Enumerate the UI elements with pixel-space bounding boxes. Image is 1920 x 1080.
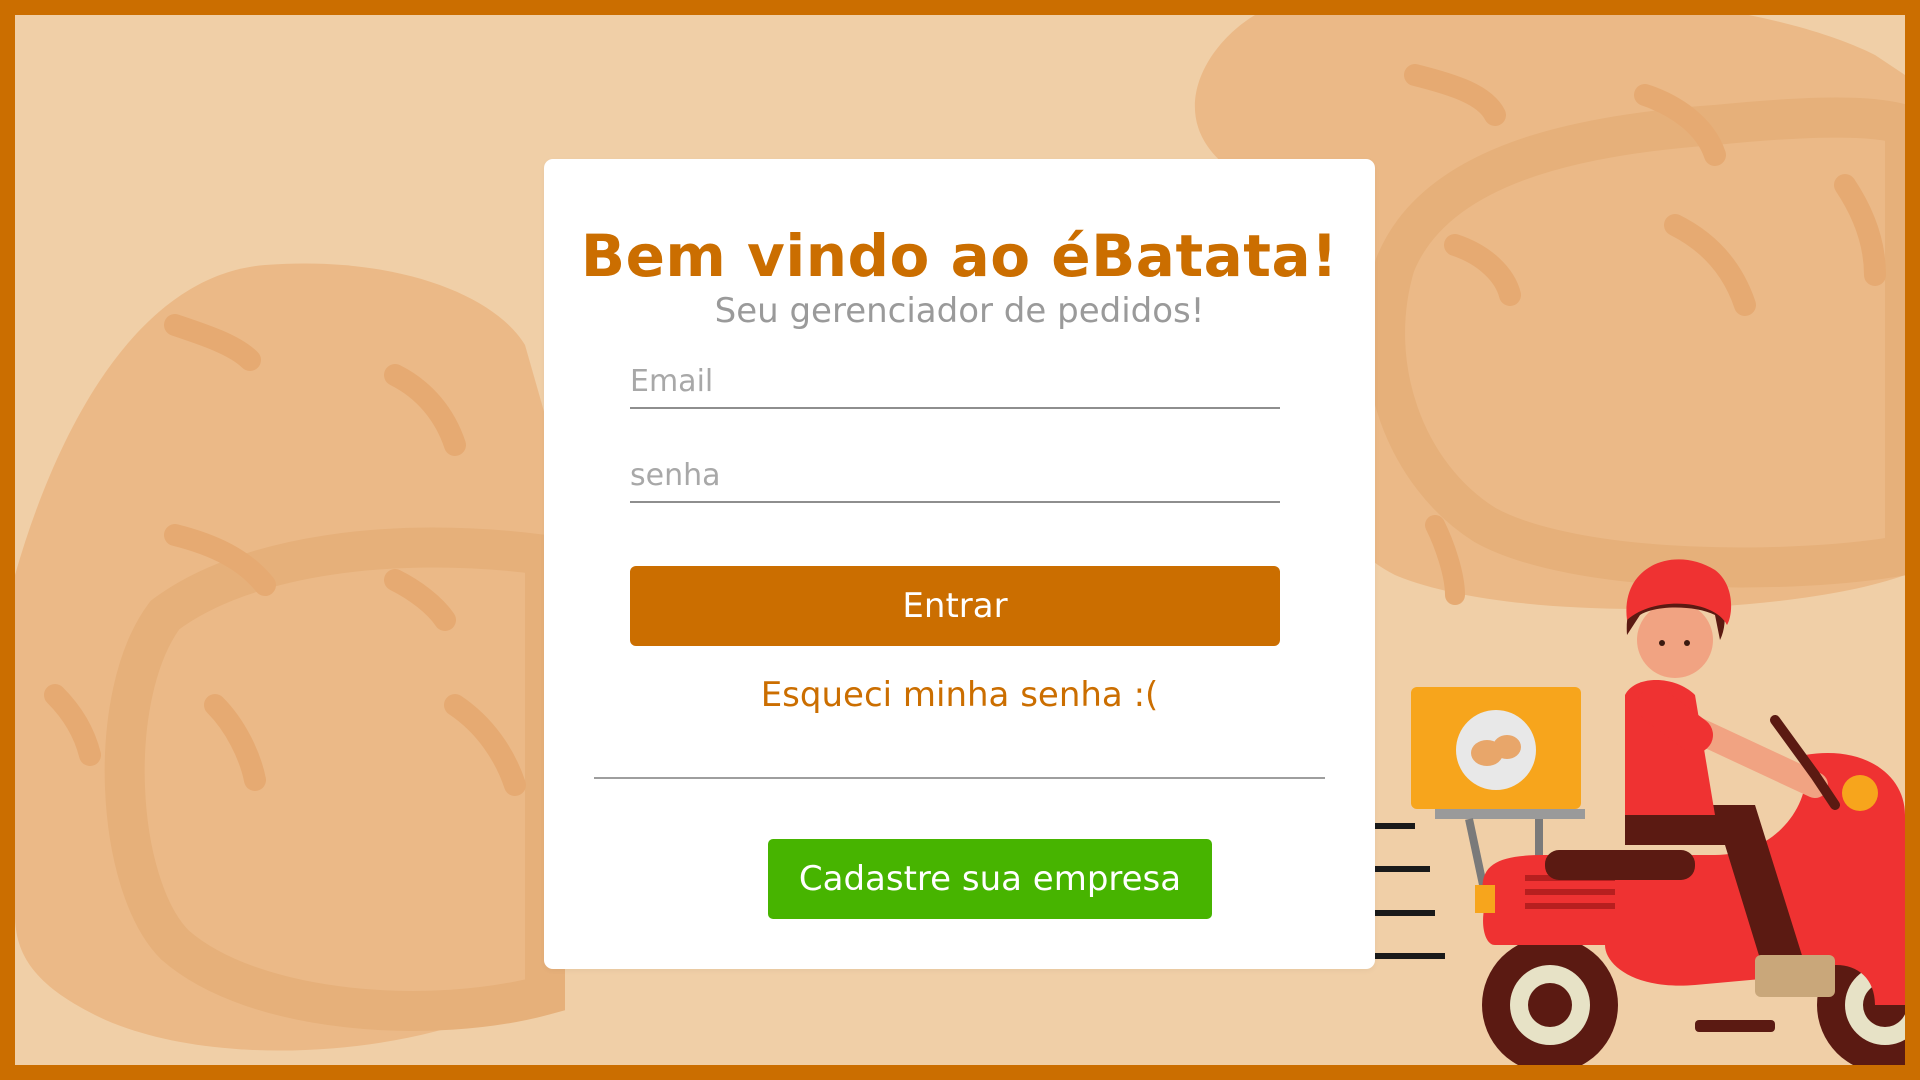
page-frame: Bem vindo ao éBatata! Seu gerenciador de… (15, 15, 1905, 1065)
delivery-courier-icon (1411, 559, 1905, 1065)
register-company-button[interactable]: Cadastre sua empresa (768, 839, 1212, 919)
email-input[interactable] (630, 355, 1280, 409)
login-button[interactable]: Entrar (630, 566, 1280, 646)
login-card: Bem vindo ao éBatata! Seu gerenciador de… (544, 159, 1375, 969)
password-input[interactable] (630, 449, 1280, 503)
divider (594, 777, 1325, 779)
page-subtitle: Seu gerenciador de pedidos! (714, 291, 1205, 331)
page-title: Bem vindo ao éBatata! (580, 222, 1339, 290)
forgot-password-link[interactable]: Esqueci minha senha :( (544, 673, 1375, 717)
